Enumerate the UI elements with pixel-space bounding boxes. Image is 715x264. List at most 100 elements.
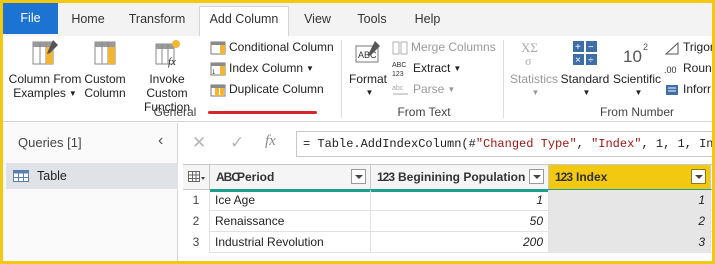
query-item-label: Table	[37, 169, 67, 183]
column-header-index[interactable]: 123 Index	[549, 165, 711, 189]
cell-index[interactable]: 2	[549, 211, 711, 232]
queries-pane: Queries [1] ‹ Table	[0, 123, 178, 264]
svg-text:123: 123	[392, 71, 404, 78]
chevron-down-icon: ▼	[365, 88, 374, 97]
collapse-pane-icon[interactable]: ‹	[158, 132, 163, 150]
index-column-button[interactable]: 1 Index Column ▼	[210, 58, 314, 78]
svg-text:.00: .00	[664, 65, 677, 75]
cell-population[interactable]: 50	[371, 211, 549, 232]
format-label: Format	[348, 72, 387, 86]
invoke-function-icon: fx	[155, 40, 180, 68]
conditional-column-icon	[210, 41, 226, 55]
rounding-button[interactable]: .00 Roun	[664, 58, 712, 78]
column-header-label: Beginining Population	[398, 170, 526, 184]
row-number[interactable]: 1	[183, 190, 210, 211]
standard-button[interactable]: + − × ÷ Standard ▼	[559, 38, 611, 100]
svg-text:XΣ: XΣ	[521, 40, 538, 55]
merge-columns-icon	[392, 41, 408, 55]
custom-column-button[interactable]: Custom Column	[82, 38, 128, 100]
ribbon: Column From Examples ▼ Custom Column fx I…	[0, 36, 715, 122]
duplicate-column-button[interactable]: Duplicate Column	[210, 79, 324, 99]
table-row[interactable]: 2 Renaissance 50 2	[183, 211, 715, 232]
query-item-table[interactable]: Table	[6, 163, 178, 189]
column-header-beginining-population[interactable]: 123 Beginining Population	[371, 165, 549, 189]
column-header-label: Index	[576, 170, 608, 184]
tab-transform[interactable]: Transform	[122, 7, 192, 37]
fx-icon[interactable]: fx	[265, 133, 276, 150]
scientific-button[interactable]: 10 2 Scientific ▼	[611, 38, 663, 100]
column-header-label: Period	[237, 170, 275, 184]
tab-help[interactable]: Help	[405, 7, 450, 37]
format-icon: ABC	[355, 41, 380, 63]
statistics-icon: XΣ σ	[521, 40, 538, 68]
filter-dropdown-icon[interactable]	[351, 169, 366, 184]
tab-home[interactable]: Home	[62, 7, 114, 37]
invoke-custom-function-button[interactable]: fx Invoke Custom Function	[128, 38, 206, 114]
standard-operations-icon: + − × ÷	[573, 41, 597, 66]
data-grid: ABC Period 123 Beginining Population 123…	[183, 164, 715, 264]
svg-text:10: 10	[623, 47, 642, 66]
trigonometry-button[interactable]: Trigor	[664, 37, 714, 57]
filter-dropdown-icon[interactable]	[529, 169, 544, 184]
formula-bar: ✕ ✓ fx = Table.AddIndexColumn(#"Changed …	[178, 123, 715, 163]
cancel-formula-icon[interactable]: ✕	[192, 133, 206, 153]
number-type-icon[interactable]: 123	[555, 165, 573, 189]
cell-period[interactable]: Renaissance	[210, 211, 371, 232]
cell-period[interactable]: Industrial Revolution	[210, 232, 371, 253]
custom-column-label-2: Column	[84, 86, 126, 100]
column-from-examples-button[interactable]: Column From Examples ▼	[6, 38, 84, 101]
group-label-from-text: From Text	[397, 105, 451, 119]
svg-text:×: ×	[575, 55, 581, 66]
formula-input[interactable]: = Table.AddIndexColumn(#"Changed Type", …	[296, 131, 715, 157]
column-from-examples-label-1: Column From	[8, 72, 82, 86]
table-corner-menu[interactable]	[183, 165, 210, 189]
tab-file[interactable]: File	[3, 3, 58, 34]
group-label-from-number: From Number	[599, 105, 674, 119]
information-button[interactable]: Inforr	[664, 79, 711, 99]
rounding-icon: .00	[664, 65, 677, 75]
queries-header: Queries [1]	[18, 135, 82, 150]
cell-period[interactable]: Ice Age	[210, 190, 371, 211]
statistics-label: Statistics	[509, 72, 558, 86]
chevron-down-icon: ▼	[68, 89, 77, 98]
svg-text:÷: ÷	[588, 55, 594, 66]
grid-header-row: ABC Period 123 Beginining Population 123…	[183, 164, 715, 192]
column-header-period[interactable]: ABC Period	[210, 165, 371, 189]
statistics-button[interactable]: XΣ σ Statistics ▼	[509, 38, 559, 100]
format-button[interactable]: ABC Format ▼	[346, 38, 390, 100]
column-from-examples-label-2: Examples ▼	[13, 86, 77, 100]
duplicate-column-icon	[210, 84, 226, 97]
extract-icon: ABC 123	[392, 62, 406, 78]
row-number[interactable]: 2	[183, 211, 210, 232]
svg-text:fx: fx	[168, 56, 176, 68]
cell-index[interactable]: 1	[549, 190, 711, 211]
table-row[interactable]: 3 Industrial Revolution 200 3	[183, 232, 715, 253]
tab-add-column[interactable]: Add Column	[199, 6, 289, 37]
chevron-down-icon: ▼	[582, 88, 591, 97]
invoke-custom-function-label-1: Invoke Custom	[146, 72, 188, 100]
cell-index[interactable]: 3	[549, 232, 711, 253]
tab-tools[interactable]: Tools	[348, 7, 396, 37]
filter-dropdown-icon[interactable]	[691, 169, 706, 184]
cell-population[interactable]: 200	[371, 232, 549, 253]
extract-button[interactable]: ABC 123 Extract ▼	[392, 58, 461, 78]
tab-view[interactable]: View	[295, 7, 340, 37]
custom-column-label-1: Custom	[84, 72, 126, 86]
svg-text:σ: σ	[525, 54, 532, 68]
cell-population[interactable]: 1	[371, 190, 549, 211]
merge-columns-button[interactable]: Merge Columns	[392, 37, 496, 57]
table-row[interactable]: 1 Ice Age 1 1	[183, 190, 715, 211]
row-number[interactable]: 3	[183, 232, 210, 253]
number-type-icon[interactable]: 123	[377, 165, 395, 189]
commit-formula-icon[interactable]: ✓	[230, 133, 244, 153]
svg-text:ABC: ABC	[392, 62, 406, 69]
parse-button[interactable]: abc Parse ▼	[392, 79, 455, 99]
ribbon-tab-bar: File Home Transform Add Column View Tool…	[0, 0, 715, 37]
svg-text:−: −	[588, 42, 594, 53]
conditional-column-button[interactable]: Conditional Column	[210, 37, 334, 57]
column-from-examples-icon	[32, 40, 58, 65]
text-type-icon[interactable]: ABC	[216, 165, 240, 189]
chevron-down-icon: ▼	[634, 88, 643, 97]
scientific-icon: 10 2	[623, 42, 648, 66]
table-icon	[13, 170, 29, 182]
